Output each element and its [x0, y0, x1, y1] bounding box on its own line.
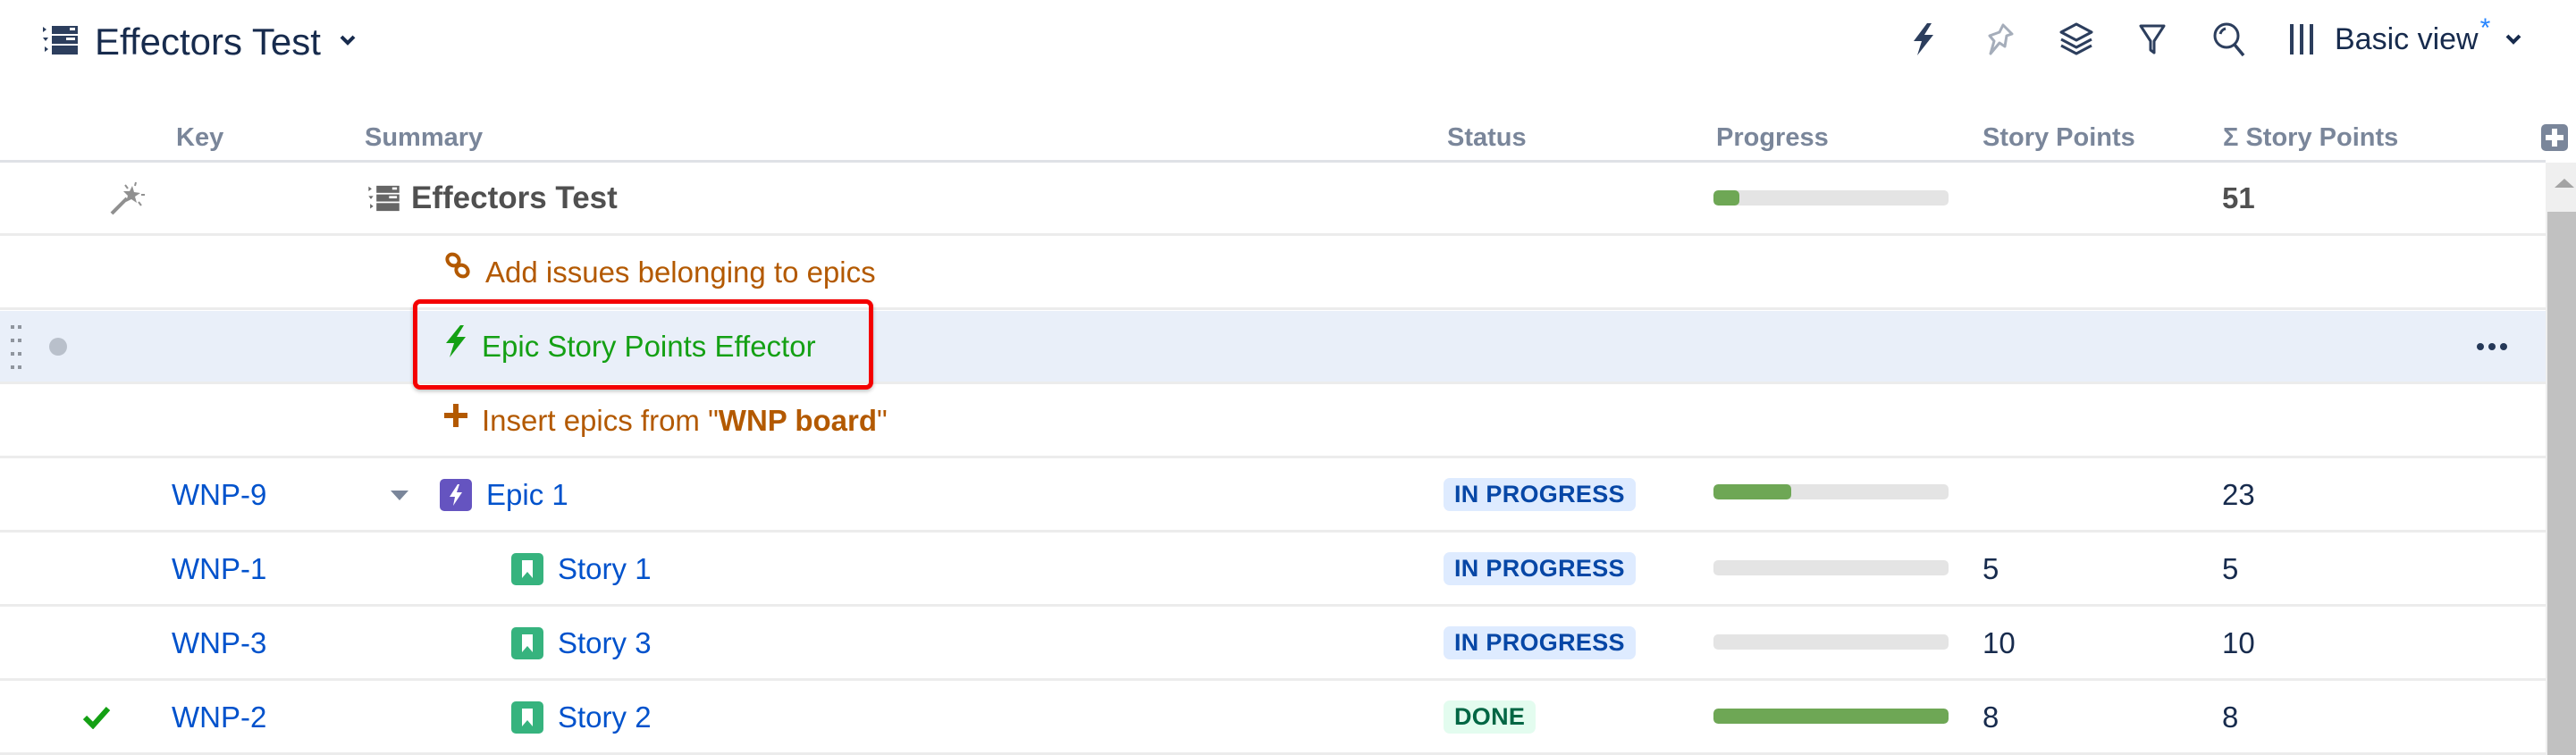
summary-text: Effectors Test [411, 180, 618, 216]
scroll-up-arrow-icon[interactable] [2555, 179, 2574, 188]
summary-cell[interactable]: Story 3 [511, 608, 652, 678]
annotation-highlight-box [413, 299, 873, 390]
status-cell[interactable]: IN PROGRESS [1444, 608, 1636, 678]
summary-text: Add issues belonging to epics [485, 256, 876, 289]
summary-text: Story 3 [558, 626, 652, 660]
pin-icon[interactable] [1981, 20, 2020, 59]
story-points-cell[interactable]: 8 [1983, 682, 1999, 752]
summary-cell[interactable]: Story 1 [511, 533, 652, 604]
summary-cell[interactable]: Story 2 [511, 682, 652, 752]
status-badge: DONE [1444, 700, 1536, 734]
sum-story-points-cell: 5 [2222, 533, 2238, 604]
table-row[interactable]: WNP-3 Story 3 IN PROGRESS 10 10 [0, 608, 2546, 681]
status-badge: IN PROGRESS [1444, 478, 1636, 511]
column-header-progress[interactable]: Progress [1716, 123, 1829, 153]
progress-fill [1713, 484, 1791, 499]
progress-bar [1713, 709, 1949, 724]
table-row[interactable]: WNP-2 Story 2 DONE 8 8 [0, 682, 2546, 755]
add-column-button[interactable] [2541, 124, 2568, 151]
sum-story-points-cell: 10 [2222, 608, 2255, 678]
summary-cell[interactable]: Insert epics from "WNP board" [444, 385, 888, 456]
table-row-generator[interactable]: Insert epics from "WNP board" [0, 385, 2546, 458]
progress-bar [1713, 484, 1949, 499]
summary-text: Epic 1 [486, 478, 568, 512]
scrollbar-thumb[interactable] [2547, 212, 2576, 755]
resolved-check-icon [82, 682, 111, 752]
more-actions-button[interactable] [2476, 311, 2508, 382]
progress-fill [1713, 709, 1949, 724]
progress-bar [1713, 634, 1949, 650]
plus-icon [444, 404, 467, 427]
structure-title[interactable]: Effectors Test [43, 16, 357, 68]
summary-text: Story 1 [558, 552, 652, 586]
story-points-cell[interactable]: 10 [1983, 608, 2016, 678]
structure-icon [368, 185, 400, 212]
summary-cell[interactable]: Effectors Test [368, 163, 618, 233]
status-cell[interactable]: IN PROGRESS [1444, 533, 1636, 604]
chevron-down-icon [2504, 33, 2522, 46]
story-icon [511, 701, 543, 734]
bolt-icon[interactable] [1904, 20, 1943, 59]
table-row-generator[interactable]: Add issues belonging to epics [0, 237, 2546, 310]
collapse-toggle-icon[interactable] [390, 459, 409, 530]
layers-icon[interactable] [2057, 20, 2096, 59]
epic-icon [440, 479, 472, 511]
sum-story-points-cell: 8 [2222, 682, 2238, 752]
issue-key-link[interactable]: WNP-9 [172, 459, 266, 530]
row-selector-dot[interactable] [48, 311, 68, 382]
progress-bar [1713, 190, 1949, 206]
status-badge: IN PROGRESS [1444, 552, 1636, 585]
progress-bar [1713, 560, 1949, 575]
chevron-down-icon[interactable] [339, 34, 357, 51]
issue-key-link[interactable]: WNP-2 [172, 682, 266, 752]
status-cell[interactable]: DONE [1444, 682, 1536, 752]
story-icon [511, 553, 543, 585]
issue-key-link[interactable]: WNP-1 [172, 533, 266, 604]
progress-fill [1713, 190, 1739, 206]
table-row[interactable]: WNP-1 Story 1 IN PROGRESS 5 5 [0, 533, 2546, 607]
summary-cell[interactable]: Epic 1 [440, 459, 568, 530]
sum-story-points-cell: 23 [2222, 459, 2255, 530]
structure-title-text: Effectors Test [95, 21, 321, 63]
table-row-root[interactable]: Effectors Test 51 [0, 163, 2546, 236]
structure-icon [43, 25, 79, 60]
column-header-summary[interactable]: Summary [365, 123, 483, 153]
status-cell[interactable]: IN PROGRESS [1444, 459, 1636, 530]
status-badge: IN PROGRESS [1444, 626, 1636, 659]
columns-icon[interactable] [2284, 20, 2319, 59]
view-modified-marker: * [2480, 13, 2491, 44]
column-header-story-points[interactable]: Story Points [1983, 123, 2135, 153]
view-selector[interactable]: Basic view* [2335, 20, 2522, 59]
link-icon [444, 251, 471, 280]
summary-text: Story 2 [558, 700, 652, 734]
search-icon[interactable] [2210, 20, 2249, 59]
column-header-status[interactable]: Status [1447, 123, 1527, 153]
magic-wand-icon[interactable] [109, 163, 147, 233]
issue-key-link[interactable]: WNP-3 [172, 608, 266, 678]
story-points-cell[interactable]: 5 [1983, 533, 1999, 604]
drag-handle-icon[interactable] [9, 311, 23, 382]
summary-text-suffix: " [877, 404, 888, 438]
summary-cell[interactable]: Add issues belonging to epics [444, 237, 876, 307]
summary-board-name: WNP board [719, 404, 877, 438]
summary-text-prefix: Insert epics from " [482, 404, 719, 438]
story-icon [511, 627, 543, 659]
table-row[interactable]: WNP-9 Epic 1 IN PROGRESS 23 [0, 459, 2546, 533]
sum-story-points-cell: 51 [2222, 163, 2255, 233]
column-header-sum-story-points[interactable]: Σ Story Points [2223, 123, 2398, 153]
table-row-effector[interactable]: Epic Story Points Effector [0, 311, 2546, 384]
column-header-key[interactable]: Key [176, 123, 223, 153]
view-name: Basic view [2335, 22, 2479, 57]
filter-icon[interactable] [2133, 20, 2172, 59]
